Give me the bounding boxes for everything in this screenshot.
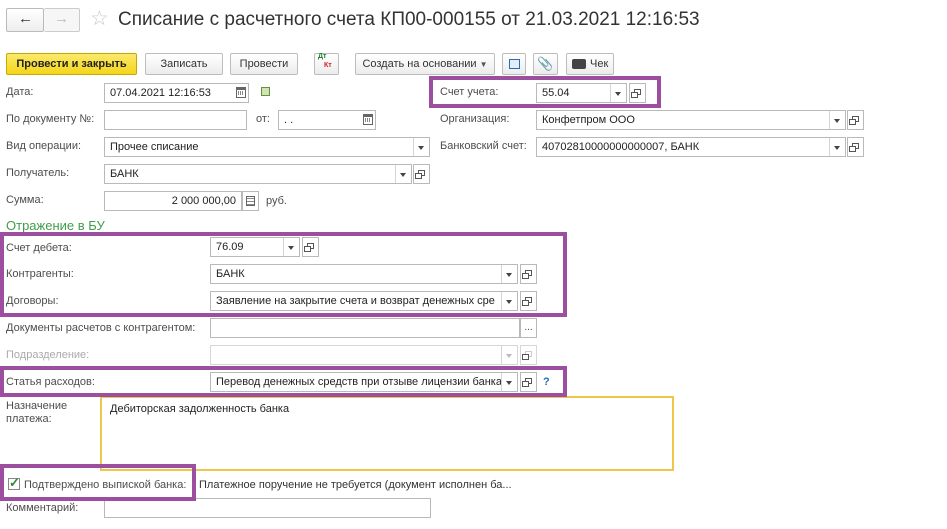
highlight-bu-fields	[0, 232, 567, 317]
open-recipient-button[interactable]	[413, 164, 430, 184]
chevron-down-icon[interactable]	[413, 138, 429, 156]
page-title: Списание с расчетного счета КП00-000155 …	[118, 9, 700, 30]
chevron-down-icon[interactable]	[829, 111, 845, 129]
save-button[interactable]: Записать	[145, 53, 223, 75]
settlement-docs-field[interactable]	[210, 318, 520, 338]
post-and-close-button[interactable]: Провести и закрыть	[6, 53, 137, 75]
paperclip-icon: 📎	[537, 56, 554, 71]
date-label: Дата:	[6, 86, 34, 98]
organization-field[interactable]: Конфетпром ООО	[536, 110, 846, 130]
open-form-icon	[522, 351, 532, 360]
currency-label: руб.	[266, 195, 287, 207]
chevron-down-icon[interactable]	[829, 138, 845, 156]
doc-date-label: от:	[256, 113, 270, 125]
open-form-icon	[415, 170, 425, 179]
structure-button[interactable]	[502, 53, 526, 75]
purpose-label: Назначение платежа:	[6, 400, 68, 425]
back-button[interactable]: ←	[6, 8, 44, 32]
dt-kt-icon: Дт Кт	[318, 53, 332, 69]
division-label: Подразделение:	[6, 349, 90, 361]
post-button[interactable]: Провести	[230, 53, 298, 75]
arrow-right-icon: →	[54, 10, 69, 27]
division-field	[210, 345, 518, 365]
highlight-account	[429, 76, 661, 108]
comment-field[interactable]	[104, 498, 431, 518]
chevron-down-icon: ▼	[479, 60, 488, 69]
payment-order-note[interactable]: Платежное поручение не требуется (докуме…	[199, 479, 512, 491]
hierarchy-icon	[509, 59, 520, 69]
dt-kt-button[interactable]: Дт Кт	[314, 53, 339, 75]
doc-number-field[interactable]	[104, 110, 247, 130]
op-type-select[interactable]: Прочее списание	[104, 137, 430, 157]
star-icon[interactable]: ☆	[90, 6, 109, 31]
settlement-docs-label: Документы расчетов с контрагентом:	[6, 322, 196, 334]
sum-label: Сумма:	[6, 194, 44, 206]
document-status-icon	[261, 87, 270, 96]
open-form-icon	[849, 116, 859, 125]
calculator-icon	[246, 196, 255, 206]
recipient-field[interactable]: БАНК	[104, 164, 412, 184]
highlight-expense	[0, 366, 567, 397]
date-field[interactable]: 07.04.2021 12:16:53	[104, 83, 249, 103]
section-heading: Отражение в БУ	[6, 218, 105, 233]
open-bank-account-button[interactable]	[847, 137, 864, 157]
organization-label: Организация:	[440, 113, 510, 125]
calculator-button[interactable]	[242, 191, 259, 211]
chevron-down-icon	[501, 346, 517, 364]
highlight-confirm	[0, 464, 196, 501]
calendar-icon[interactable]	[363, 114, 373, 125]
purpose-textarea[interactable]: Дебиторская задолженность банка	[100, 396, 674, 471]
create-based-on-button[interactable]: Создать на основании ▼	[355, 53, 495, 75]
doc-number-label: По документу №:	[6, 113, 95, 125]
bank-account-label: Банковский счет:	[440, 140, 527, 152]
calendar-icon[interactable]	[236, 87, 246, 98]
doc-date-field[interactable]: . .	[278, 110, 376, 130]
select-settlement-docs-button[interactable]: ...	[520, 318, 537, 338]
comment-label: Комментарий:	[6, 502, 79, 514]
create-based-on-label: Создать на основании	[362, 58, 477, 70]
chevron-down-icon[interactable]	[395, 165, 411, 183]
sum-field[interactable]: 2 000 000,00	[104, 191, 242, 211]
open-division-button	[520, 345, 537, 365]
op-type-label: Вид операции:	[6, 140, 82, 152]
printer-icon	[572, 59, 586, 69]
arrow-left-icon: ←	[18, 10, 33, 27]
bank-account-field[interactable]: 40702810000000000007, БАНК	[536, 137, 846, 157]
recipient-label: Получатель:	[6, 167, 70, 179]
open-form-icon	[849, 143, 859, 152]
open-organization-button[interactable]	[847, 110, 864, 130]
attach-button[interactable]: 📎	[533, 53, 558, 75]
check-button[interactable]: Чек	[566, 53, 614, 75]
forward-button[interactable]: →	[44, 8, 80, 32]
